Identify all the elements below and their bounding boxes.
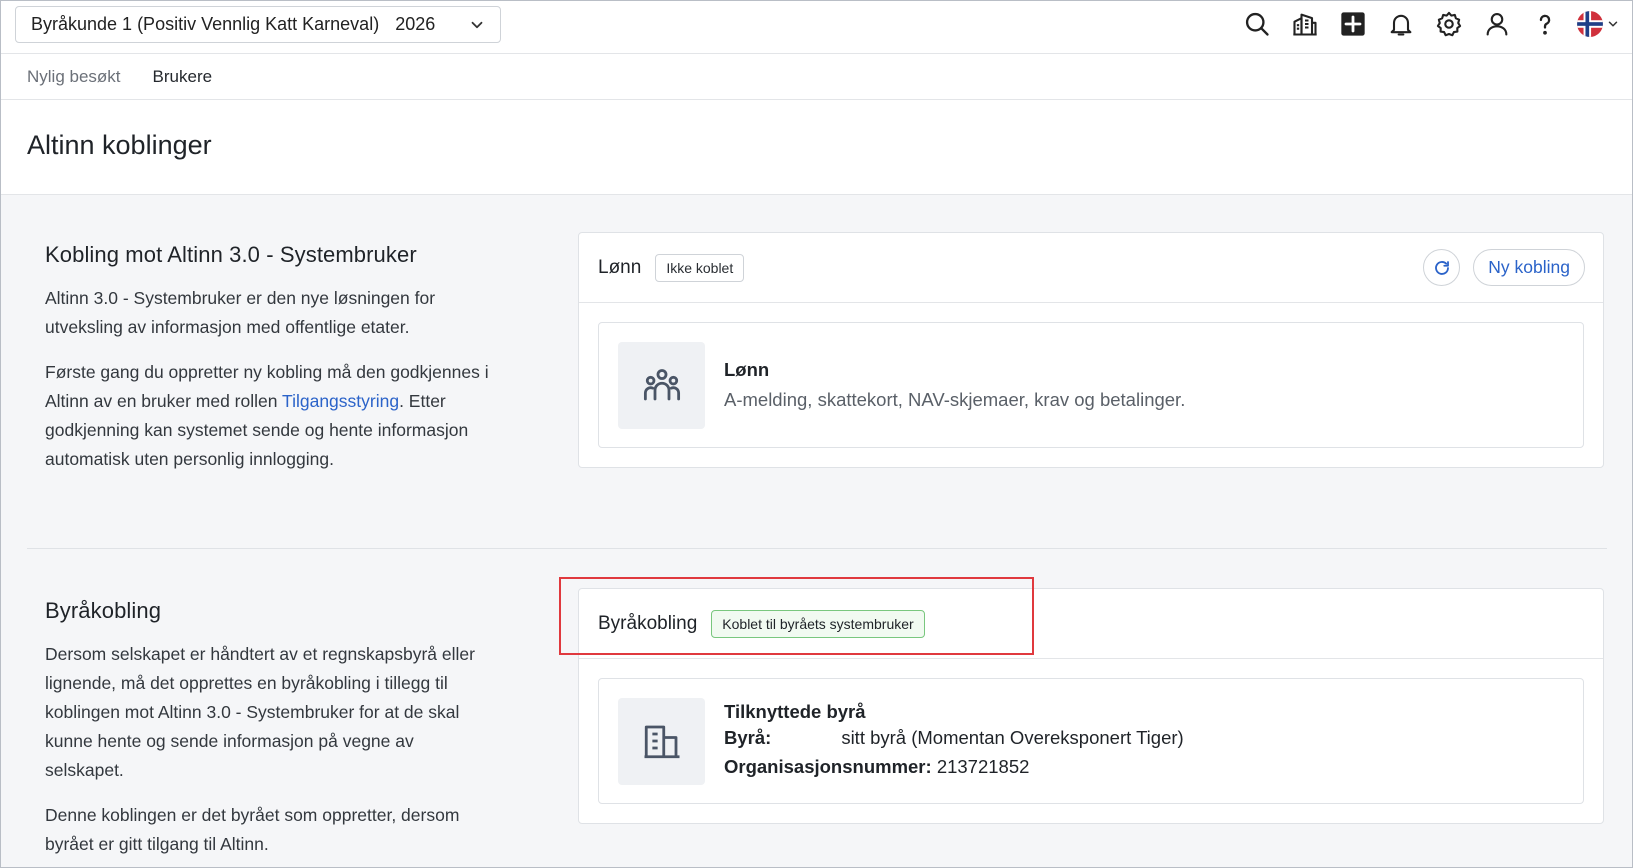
byrakobling-card: Byråkobling Koblet til byråets systembru… — [578, 588, 1604, 824]
year-value: 2026 — [395, 14, 436, 34]
company-name: Byråkunde 1 (Positiv Vennlig Katt Karnev… — [31, 14, 380, 34]
gear-icon[interactable] — [1434, 9, 1464, 39]
section-description: Altinn 3.0 - Systembruker er den nye løs… — [45, 288, 436, 337]
org-number-row: Organisasjonsnummer: 213721852 — [724, 752, 1184, 781]
card-title: Byråkobling — [598, 612, 698, 634]
lonn-service-item: Lønn A-melding, skattekort, NAV-skjemaer… — [598, 322, 1584, 448]
page-header: Altinn koblinger — [1, 100, 1632, 195]
status-badge: Ikke koblet — [655, 253, 745, 282]
bell-icon[interactable] — [1386, 9, 1416, 39]
agency-row: Byrå: sitt byrå (Momentan Overeksponert T… — [724, 723, 1184, 752]
agency-label: Byrå: — [724, 727, 772, 748]
card-header: Lønn Ikke koblet Ny kobling — [579, 233, 1603, 303]
new-connection-button[interactable]: Ny kobling — [1473, 249, 1585, 286]
agency-item-text: Tilknyttede byrå Byrå: sitt byrå (Momenta… — [724, 701, 1184, 781]
page-title: Altinn koblinger — [27, 130, 212, 160]
section-divider — [27, 548, 1607, 549]
section-systembruker-info: Kobling mot Altinn 3.0 - Systembruker Al… — [45, 242, 495, 490]
item-description: A-melding, skattekort, NAV-skjemaer, kra… — [724, 389, 1186, 410]
tilgangsstyring-link[interactable]: Tilgangsstyring — [282, 391, 399, 411]
lonn-item-text: Lønn A-melding, skattekort, NAV-skjemaer… — [724, 359, 1185, 411]
building-icon — [644, 725, 679, 759]
chevron-down-icon — [471, 21, 483, 29]
org-number-label: Organisasjonsnummer: — [724, 756, 932, 777]
sub-navigation: Nylig besøkt Brukere — [1, 54, 1632, 100]
help-icon[interactable] — [1530, 9, 1560, 39]
card-actions: Ny kobling — [1423, 249, 1585, 286]
refresh-button[interactable] — [1423, 249, 1461, 286]
nav-users[interactable]: Brukere — [153, 67, 213, 87]
language-selector[interactable] — [1576, 10, 1620, 38]
lonn-connection-card: Lønn Ikke koblet Ny kobling Lønn A-meldi… — [578, 232, 1604, 468]
nav-recently-visited[interactable]: Nylig besøkt — [27, 67, 121, 87]
building-icon-box — [618, 697, 705, 785]
item-title: Lønn — [724, 359, 770, 380]
agency-item: Tilknyttede byrå Byrå: sitt byrå (Momenta… — [598, 678, 1584, 804]
refresh-icon — [1434, 260, 1449, 275]
section-description: Dersom selskapet er håndtert av et regns… — [45, 644, 475, 780]
card-title: Lønn — [598, 256, 642, 278]
top-icons — [1224, 9, 1620, 39]
status-badge: Koblet til byråets systembruker — [711, 609, 925, 638]
section-note: Denne koblingen er det byrået som oppret… — [45, 805, 460, 854]
chevron-down-icon — [1608, 21, 1618, 27]
app-window: Byråkunde 1 (Positiv Vennlig Katt Karnev… — [0, 0, 1633, 868]
agency-value: sitt byrå (Momentan Overeksponert Tiger) — [841, 727, 1184, 748]
company-selector[interactable]: Byråkunde 1 (Positiv Vennlig Katt Karnev… — [15, 6, 501, 43]
people-icon — [643, 369, 680, 401]
user-icon[interactable] — [1482, 9, 1512, 39]
section-byrakobling-info: Byråkobling Dersom selskapet er håndtert… — [45, 598, 495, 867]
top-bar: Byråkunde 1 (Positiv Vennlig Katt Karnev… — [1, 1, 1632, 54]
search-icon[interactable] — [1242, 9, 1272, 39]
section-approval-text: Første gang du oppretter ny kobling må d… — [45, 358, 495, 474]
item-title: Tilknyttede byrå — [724, 701, 866, 722]
company-icon[interactable] — [1290, 9, 1320, 39]
norway-flag-icon — [1577, 11, 1603, 37]
section-heading: Byråkobling — [45, 598, 162, 623]
add-icon[interactable] — [1338, 9, 1368, 39]
card-header: Byråkobling Koblet til byråets systembru… — [579, 589, 1603, 659]
people-icon-box — [618, 341, 705, 429]
org-number-value: 213721852 — [936, 756, 1030, 777]
section-heading: Kobling mot Altinn 3.0 - Systembruker — [45, 242, 417, 267]
